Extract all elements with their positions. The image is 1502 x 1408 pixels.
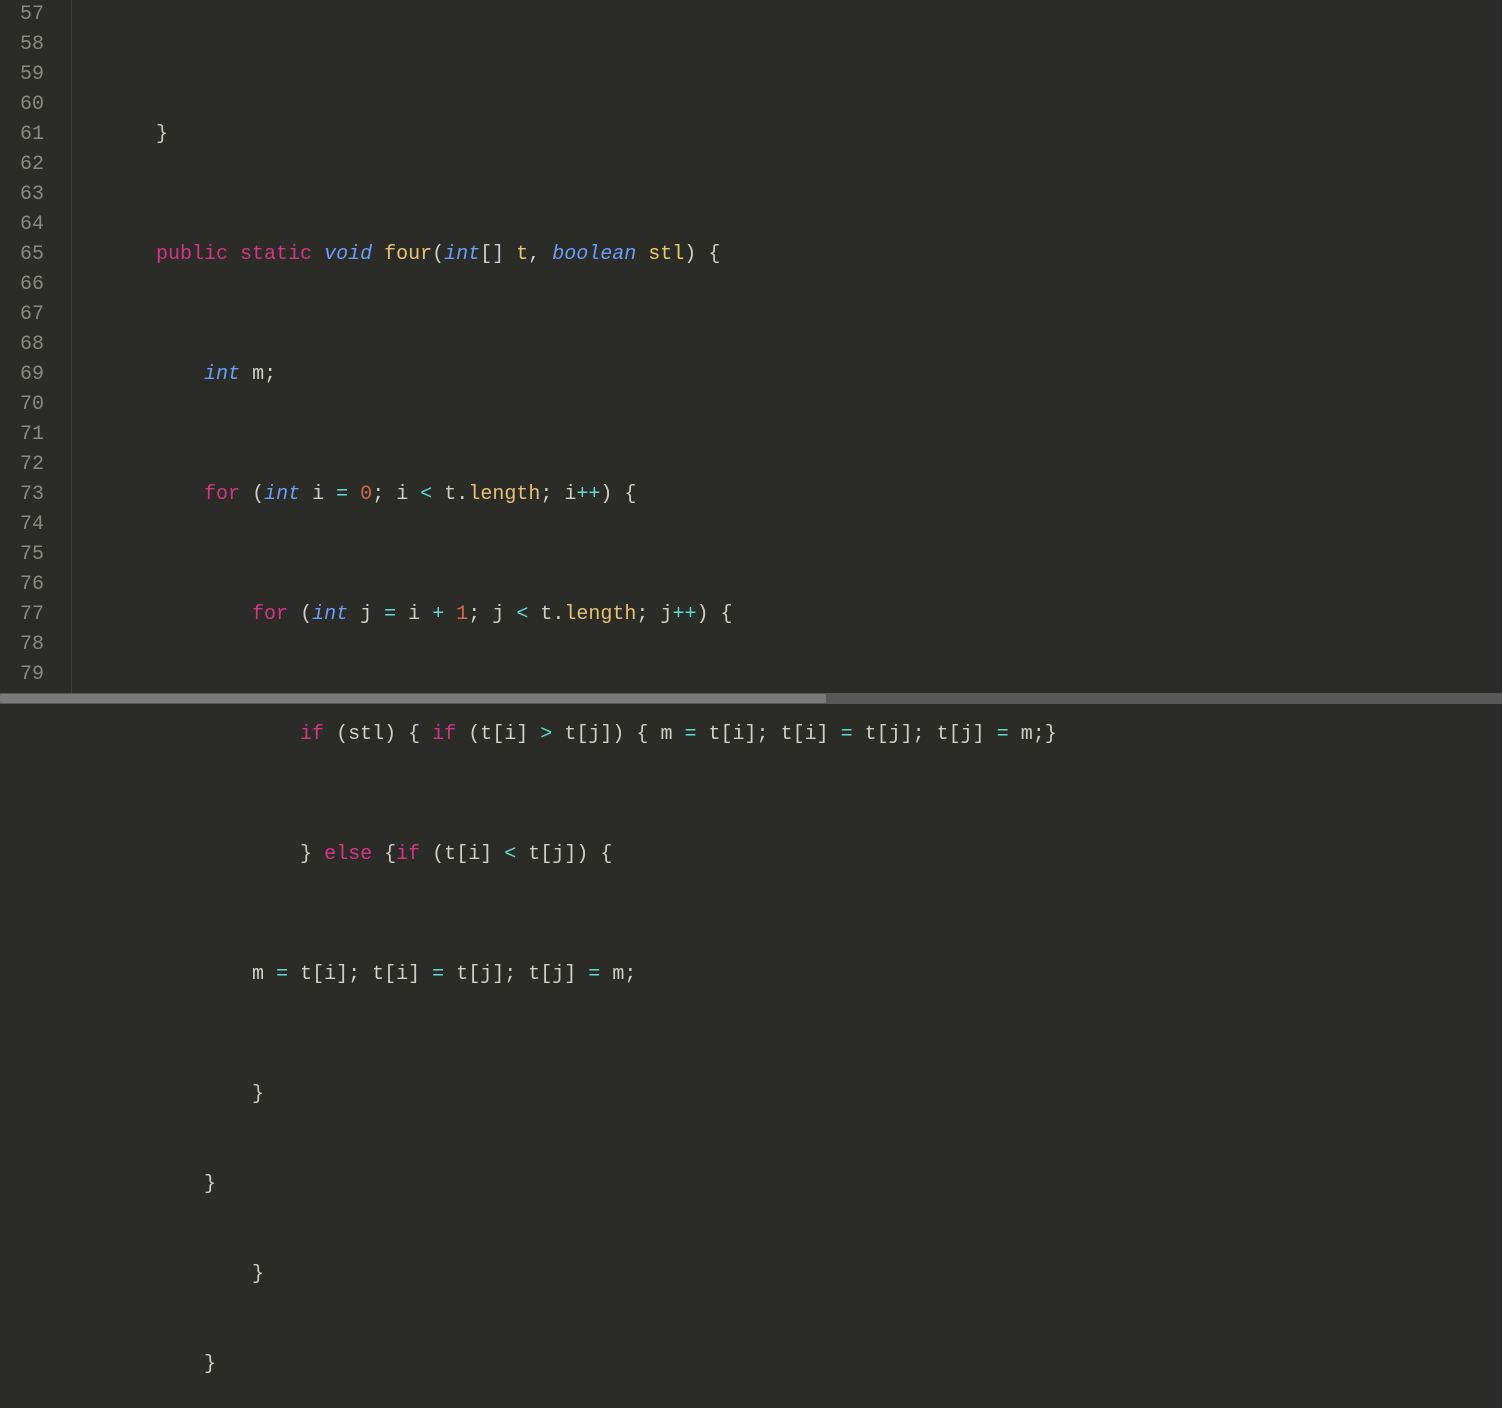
line-number: 69 [0, 360, 44, 390]
code-line[interactable]: m = t[i]; t[i] = t[j]; t[j] = m; [60, 960, 1502, 990]
line-number: 77 [0, 600, 44, 630]
line-number: 78 [0, 630, 44, 660]
horizontal-scrollbar[interactable] [0, 693, 1502, 704]
line-number: 72 [0, 450, 44, 480]
line-number: 68 [0, 330, 44, 360]
line-number: 74 [0, 510, 44, 540]
line-number: 73 [0, 480, 44, 510]
line-number: 71 [0, 420, 44, 450]
code-area[interactable]: } public static void four(int[] t, boole… [60, 0, 1502, 704]
code-line[interactable]: } [60, 1260, 1502, 1290]
code-line[interactable]: int m; [60, 360, 1502, 390]
code-editor[interactable]: 5758596061626364656667686970717273747576… [0, 0, 1502, 704]
code-line[interactable]: for (int j = i + 1; j < t.length; j++) { [60, 600, 1502, 630]
code-line[interactable]: } [60, 1350, 1502, 1380]
line-number: 67 [0, 300, 44, 330]
line-number: 66 [0, 270, 44, 300]
line-number: 58 [0, 30, 44, 60]
line-number: 75 [0, 540, 44, 570]
line-number: 57 [0, 0, 44, 30]
line-number: 63 [0, 180, 44, 210]
code-line[interactable]: } else {if (t[i] < t[j]) { [60, 840, 1502, 870]
line-number: 65 [0, 240, 44, 270]
indent-guide [71, 0, 72, 704]
code-line[interactable]: for (int i = 0; i < t.length; i++) { [60, 480, 1502, 510]
code-line[interactable]: } [60, 1170, 1502, 1200]
line-number: 60 [0, 90, 44, 120]
line-number: 70 [0, 390, 44, 420]
code-line[interactable]: public static void four(int[] t, boolean… [60, 240, 1502, 270]
line-number: 59 [0, 60, 44, 90]
line-number: 79 [0, 660, 44, 690]
line-number-gutter: 5758596061626364656667686970717273747576… [0, 0, 60, 704]
line-number: 76 [0, 570, 44, 600]
line-number: 62 [0, 150, 44, 180]
code-line[interactable]: } [60, 120, 1502, 150]
scrollbar-thumb[interactable] [0, 694, 826, 703]
line-number: 61 [0, 120, 44, 150]
line-number: 64 [0, 210, 44, 240]
code-line[interactable]: if (stl) { if (t[i] > t[j]) { m = t[i]; … [60, 720, 1502, 750]
code-line[interactable]: } [60, 1080, 1502, 1110]
